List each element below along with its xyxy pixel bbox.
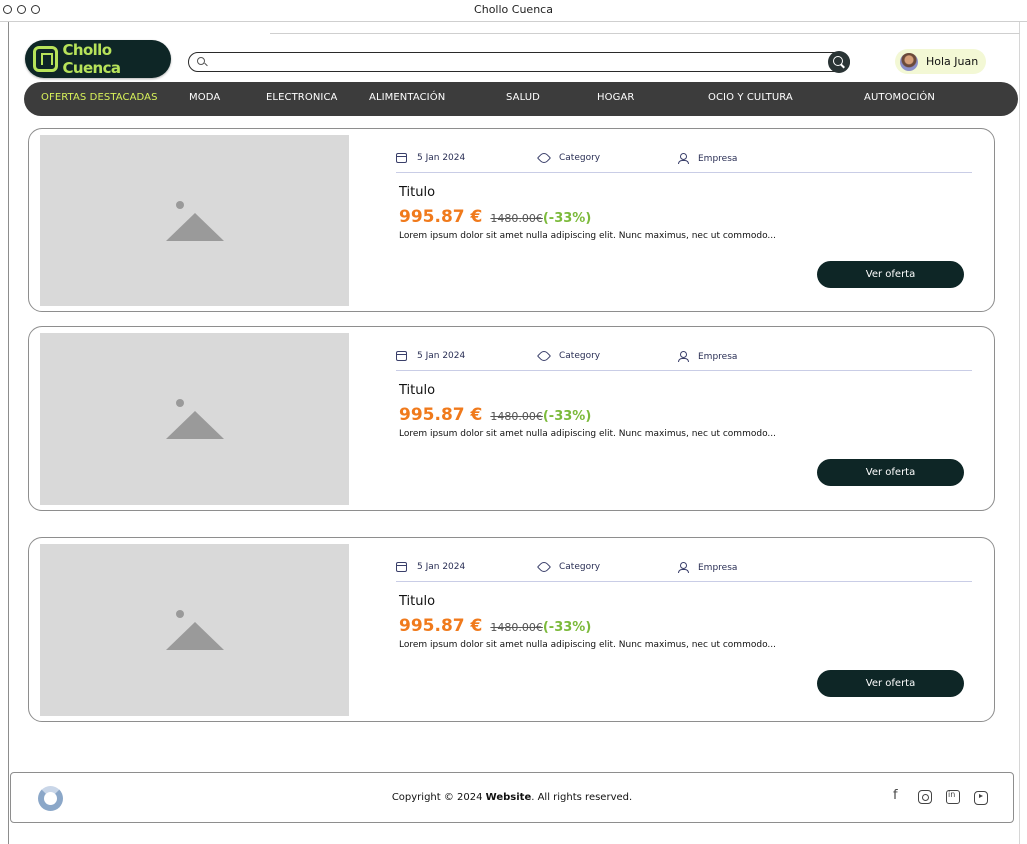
offer-image-placeholder — [40, 544, 349, 716]
offer-price: 995.87 € — [399, 405, 483, 425]
offer-description: Lorem ipsum dolor sit amet nulla adipisc… — [399, 640, 776, 650]
offer-price: 995.87 € — [399, 616, 483, 636]
image-placeholder-icon — [176, 201, 184, 209]
calendar-icon — [396, 153, 407, 163]
offer-discount: (-33%) — [542, 620, 592, 635]
offer-date-text: 5 Jan 2024 — [417, 153, 466, 163]
ver-oferta-button[interactable]: Ver oferta — [817, 459, 964, 486]
offer-discount: (-33%) — [542, 211, 592, 226]
offer-meta: 5 Jan 2024 Category Empresa — [396, 348, 972, 371]
copyright-prefix: Copyright © 2024 — [391, 792, 486, 803]
search-input[interactable] — [211, 54, 811, 70]
offer-date-text: 5 Jan 2024 — [417, 351, 466, 361]
linkedin-icon[interactable] — [946, 790, 960, 804]
offer-discount: (-33%) — [542, 409, 592, 424]
nav-item-alimentacion[interactable]: ALIMENTACIÓN — [369, 92, 445, 103]
logo-text: Chollo Cuenca — [62, 41, 121, 77]
offer-old-price: 1480.00€ — [490, 410, 543, 423]
window-titlebar: Chollo Cuenca — [0, 0, 1027, 22]
nav-item-electronica[interactable]: ELECTRONICA — [266, 92, 337, 103]
offer-card: 5 Jan 2024 Category Empresa Titulo 995.8… — [28, 326, 995, 511]
user-menu[interactable]: Hola Juan — [895, 49, 986, 74]
user-greeting: Hola Juan — [926, 55, 979, 68]
social-links — [890, 788, 988, 805]
tag-icon — [536, 559, 552, 575]
copyright-suffix: . All rights reserved. — [531, 792, 633, 803]
offer-category-text: Category — [559, 562, 601, 572]
ver-oferta-button[interactable]: Ver oferta — [817, 670, 964, 697]
ver-oferta-button[interactable]: Ver oferta — [817, 261, 964, 288]
nav-item-ocio-y-cultura[interactable]: OCIO Y CULTURA — [708, 92, 793, 103]
facebook-icon[interactable] — [890, 788, 904, 804]
offer-category[interactable]: Category — [536, 150, 601, 166]
nav-item-salud[interactable]: SALUD — [506, 92, 540, 103]
offer-description: Lorem ipsum dolor sit amet nulla adipisc… — [399, 231, 776, 241]
offer-category-text: Category — [559, 153, 601, 163]
image-placeholder-icon — [176, 610, 184, 618]
offer-meta: 5 Jan 2024 Category Empresa — [396, 150, 972, 173]
instagram-icon[interactable] — [918, 790, 932, 804]
nav-item-ofertas-destacadas[interactable]: OFERTAS DESTACADAS — [41, 92, 158, 103]
image-placeholder-mountain — [166, 622, 224, 650]
offer-date: 5 Jan 2024 — [396, 562, 465, 572]
offer-price-row: 995.87 € 1480.00€ (-33%) — [399, 207, 591, 227]
offer-category-text: Category — [559, 351, 601, 361]
header-divider — [270, 33, 1020, 34]
offer-title: Titulo — [399, 383, 436, 398]
house-logo-icon — [33, 46, 59, 72]
offer-date: 5 Jan 2024 — [396, 351, 465, 361]
image-placeholder-icon — [176, 399, 184, 407]
window-border-left — [8, 22, 9, 844]
search-bar[interactable] — [188, 51, 850, 73]
offer-date: 5 Jan 2024 — [396, 153, 465, 163]
nav-item-hogar[interactable]: HOGAR — [597, 92, 634, 103]
category-nav: OFERTAS DESTACADAS MODA ELECTRONICA ALIM… — [24, 82, 1018, 116]
offer-price-row: 995.87 € 1480.00€ (-33%) — [399, 616, 591, 636]
offer-company-text: Empresa — [698, 562, 738, 573]
offer-price: 995.87 € — [399, 207, 483, 227]
site-logo[interactable]: Chollo Cuenca — [25, 40, 171, 78]
window-title: Chollo Cuenca — [474, 3, 553, 16]
image-placeholder-mountain — [166, 411, 224, 439]
offer-price-row: 995.87 € 1480.00€ (-33%) — [399, 405, 591, 425]
offer-category[interactable]: Category — [536, 348, 601, 364]
site-footer: Copyright © 2024 Website. All rights res… — [10, 772, 1014, 823]
youtube-icon[interactable] — [974, 791, 988, 805]
search-icon — [197, 57, 205, 65]
nav-item-automocion[interactable]: AUTOMOCIÓN — [864, 92, 935, 103]
offer-category[interactable]: Category — [536, 559, 601, 575]
offer-company[interactable]: Empresa — [678, 153, 737, 164]
copyright-text: Copyright © 2024 Website. All rights res… — [11, 792, 1013, 803]
offer-title: Titulo — [399, 594, 436, 609]
avatar — [900, 52, 918, 71]
offer-company[interactable]: Empresa — [678, 351, 737, 362]
offer-image-placeholder — [40, 333, 349, 505]
calendar-icon — [396, 562, 407, 572]
nav-item-moda[interactable]: MODA — [189, 92, 220, 103]
offer-title: Titulo — [399, 185, 436, 200]
tag-icon — [536, 348, 552, 364]
user-icon — [678, 562, 689, 573]
offer-meta: 5 Jan 2024 Category Empresa — [396, 559, 972, 582]
offer-date-text: 5 Jan 2024 — [417, 562, 466, 572]
tag-icon — [536, 150, 552, 166]
search-submit-button[interactable] — [828, 51, 850, 73]
offer-company[interactable]: Empresa — [678, 562, 737, 573]
offer-card: 5 Jan 2024 Category Empresa Titulo 995.8… — [28, 128, 995, 312]
offer-old-price: 1480.00€ — [490, 621, 543, 634]
offer-old-price: 1480.00€ — [490, 212, 543, 225]
copyright-brand: Website — [485, 792, 532, 803]
offer-description: Lorem ipsum dolor sit amet nulla adipisc… — [399, 429, 776, 439]
user-icon — [678, 351, 689, 362]
user-icon — [678, 153, 689, 164]
offer-company-text: Empresa — [698, 351, 738, 362]
window-border-right — [1019, 22, 1020, 844]
offer-image-placeholder — [40, 135, 349, 306]
calendar-icon — [396, 351, 407, 361]
offer-card: 5 Jan 2024 Category Empresa Titulo 995.8… — [28, 537, 995, 722]
image-placeholder-mountain — [166, 213, 224, 241]
offer-company-text: Empresa — [698, 153, 738, 164]
